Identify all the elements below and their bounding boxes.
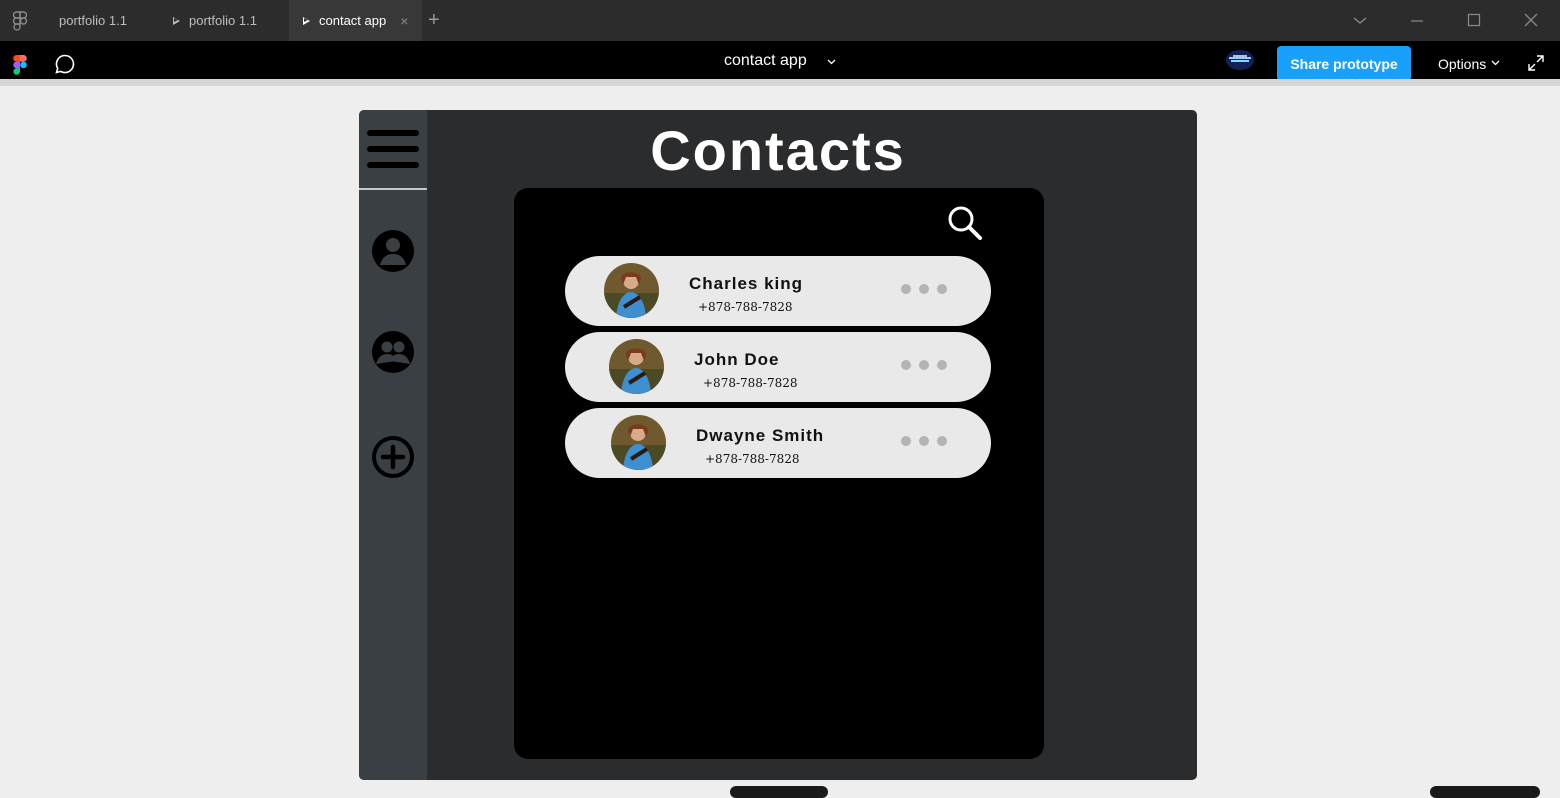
chevron-down-icon[interactable] [827,59,836,65]
tab-label: portfolio 1.1 [189,13,257,28]
close-tab-icon[interactable]: × [400,13,408,29]
contact-photo [609,339,664,394]
window-tab-bar: portfolio 1.1 portfolio 1.1 contact app … [0,0,1560,41]
tab-label: portfolio 1.1 [59,13,127,28]
play-icon [303,16,310,25]
user-avatar-icon[interactable] [1226,50,1254,70]
contact-card[interactable]: John Doe +878-788-7828 [565,332,991,402]
bottom-handle [730,786,828,798]
user-icon[interactable] [371,229,415,273]
maximize-icon[interactable] [1464,10,1484,30]
contact-avatar [604,263,659,318]
app-sidebar [359,110,427,780]
play-icon [173,16,180,25]
bottom-handle [1430,786,1540,798]
options-button[interactable]: Options [1438,56,1486,72]
sidebar-divider [359,188,427,190]
contact-phone: +878-788-7828 [703,376,798,390]
tab-portfolio-file[interactable]: portfolio 1.1 [44,0,154,41]
contact-name: Dwayne Smith [696,426,825,445]
tab-label: contact app [319,13,387,28]
figma-menu-icon[interactable] [12,11,28,31]
chevron-down-icon[interactable] [1491,60,1500,66]
contact-phone: +878-788-7828 [705,452,800,466]
tab-portfolio-prototype[interactable]: portfolio 1.1 [160,0,280,41]
page-title: Contacts [650,119,906,182]
tab-contact-app[interactable]: contact app × [289,0,422,41]
tabs-dropdown-icon[interactable] [1350,10,1370,30]
group-icon[interactable] [371,330,415,374]
close-window-icon[interactable] [1521,10,1541,30]
more-options-icon[interactable] [901,360,947,370]
contact-name: John Doe [694,350,780,369]
contact-phone: +878-788-7828 [698,300,793,314]
more-options-icon[interactable] [901,436,947,446]
prototype-toolbar: contact app Share prototype Options [0,41,1560,81]
contact-avatar [609,339,664,394]
contact-name: Charles king [689,274,804,293]
contact-list-panel: Charles king +878-788-7828 John Doe +878… [514,188,1044,759]
fullscreen-icon[interactable] [1527,54,1545,72]
share-prototype-button[interactable]: Share prototype [1277,46,1411,81]
contact-avatar [611,415,666,470]
prototype-title[interactable]: contact app [724,52,807,70]
contact-photo [604,263,659,318]
figma-logo-icon[interactable] [13,55,27,75]
canvas-edge [0,79,1560,86]
hamburger-menu-icon[interactable] [367,130,419,170]
new-tab-icon[interactable]: + [428,8,440,32]
contacts-app-frame: Contacts Charles king +878-788-7828 John… [359,110,1197,780]
add-circle-icon[interactable] [371,435,415,479]
comment-icon[interactable] [54,53,76,75]
contact-card[interactable]: Charles king +878-788-7828 [565,256,991,326]
contact-photo [611,415,666,470]
search-icon[interactable] [947,205,983,241]
minimize-icon[interactable] [1407,10,1427,30]
more-options-icon[interactable] [901,284,947,294]
contact-card[interactable]: Dwayne Smith +878-788-7828 [565,408,991,478]
